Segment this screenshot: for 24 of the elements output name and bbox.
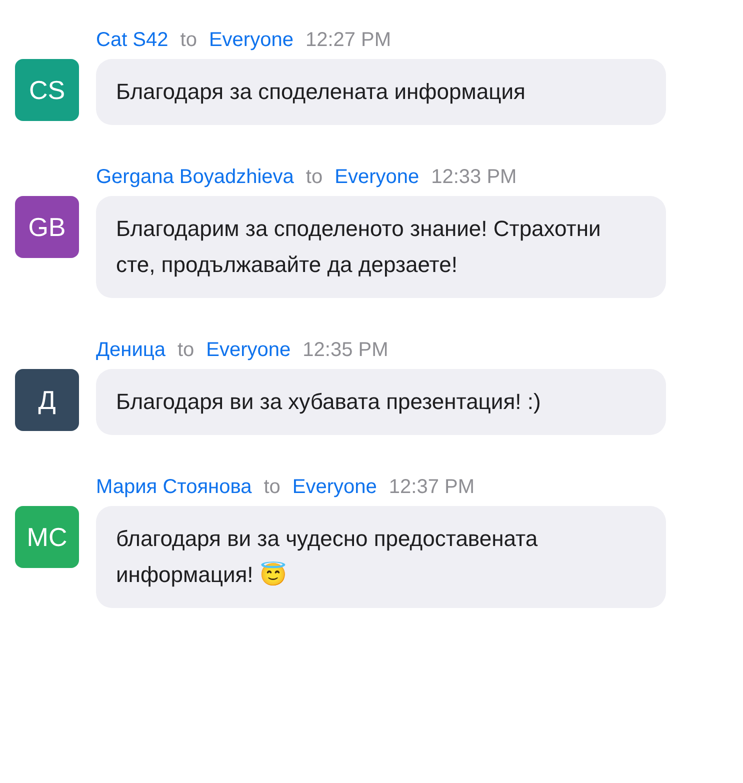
to-label: to bbox=[177, 338, 194, 362]
sender-name[interactable]: Мария Стоянова bbox=[96, 476, 252, 498]
to-label: to bbox=[264, 476, 280, 498]
recipient-name[interactable]: Everyone bbox=[208, 28, 294, 52]
avatar: МС bbox=[15, 506, 79, 568]
avatar: GB bbox=[15, 196, 79, 258]
message-time: 12:37 PM bbox=[388, 476, 475, 498]
to-label: to bbox=[180, 28, 197, 52]
message-time: 12:33 PM bbox=[431, 166, 517, 188]
sender-name[interactable]: Cat S42 bbox=[96, 28, 168, 52]
message-bubble: Благодаря ви за хубавата презентация! :) bbox=[96, 369, 666, 435]
recipient-name[interactable]: Everyone bbox=[206, 338, 291, 362]
message-bubble: благодаря ви за чудесно предоставената информация! 😇 bbox=[96, 506, 666, 608]
recipient-name[interactable]: Everyone bbox=[292, 476, 377, 498]
message-time: 12:27 PM bbox=[305, 28, 392, 52]
message-time: 12:35 PM bbox=[302, 338, 388, 362]
sender-name[interactable]: Gergana Boyadzhieva bbox=[96, 166, 294, 188]
recipient-name[interactable]: Everyone bbox=[334, 166, 420, 188]
message-bubble: Благодаря за споделената информация bbox=[96, 59, 666, 125]
sender-name[interactable]: Деница bbox=[96, 338, 166, 362]
avatar: CS bbox=[15, 59, 79, 121]
avatar: Д bbox=[15, 369, 79, 431]
message-bubble: Благодарим за споделеното знание! Страхотни сте, продължавайте да дерзаете! bbox=[96, 196, 666, 298]
to-label: to bbox=[306, 166, 323, 188]
